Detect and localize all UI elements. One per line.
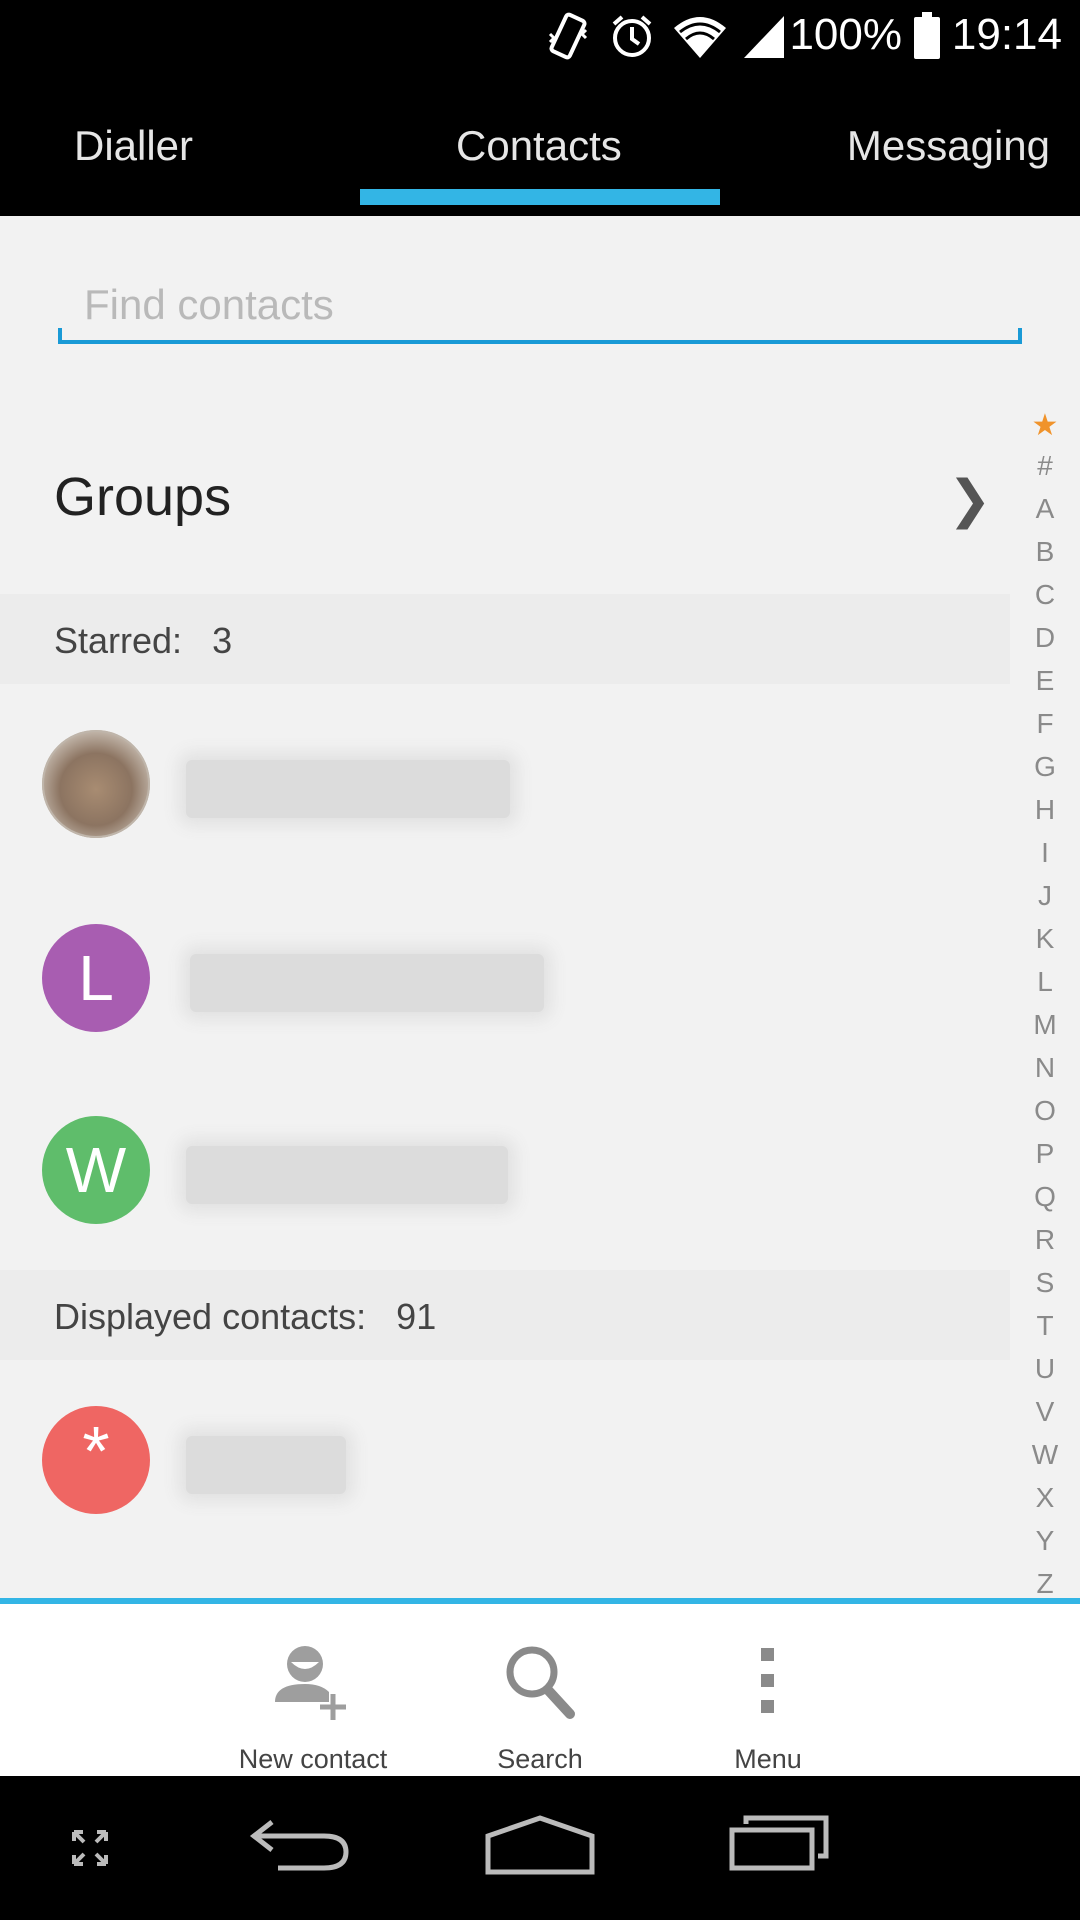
action-bar: New contact Search Menu bbox=[0, 1598, 1080, 1776]
alphabet-index-letter[interactable]: L bbox=[1028, 966, 1062, 1009]
clock: 19:14 bbox=[951, 10, 1062, 59]
tab-bar: Dialler Contacts Messaging bbox=[0, 72, 1080, 216]
contact-name-redacted bbox=[186, 1146, 508, 1204]
alphabet-index-letter[interactable]: P bbox=[1028, 1138, 1062, 1181]
alphabet-index-letter[interactable]: C bbox=[1028, 579, 1062, 622]
alphabet-index-letter[interactable]: Q bbox=[1028, 1181, 1062, 1224]
new-contact-button[interactable]: New contact bbox=[213, 1634, 413, 1774]
alphabet-index-letter[interactable]: K bbox=[1028, 923, 1062, 966]
alphabet-index-letter[interactable]: J bbox=[1028, 880, 1062, 923]
search-label: Search bbox=[497, 1744, 583, 1774]
alphabet-index-letter[interactable]: N bbox=[1028, 1052, 1062, 1095]
alphabet-index-letter[interactable]: X bbox=[1028, 1482, 1062, 1525]
displayed-count: 91 bbox=[396, 1296, 437, 1337]
contact-name-redacted bbox=[190, 954, 544, 1012]
avatar bbox=[42, 730, 150, 838]
list-item[interactable]: W bbox=[0, 1102, 1010, 1232]
alphabet-index-letter[interactable]: D bbox=[1028, 622, 1062, 665]
navigation-bar bbox=[0, 1776, 1080, 1920]
alphabet-index-letter[interactable]: I bbox=[1028, 837, 1062, 880]
search-underline-right-tick bbox=[1018, 328, 1022, 344]
contact-name-redacted bbox=[186, 760, 510, 818]
search-container bbox=[58, 270, 1022, 346]
overflow-menu-icon bbox=[761, 1648, 774, 1713]
status-bar: 100% 19:14 bbox=[0, 0, 1080, 72]
search-icon bbox=[506, 1646, 575, 1719]
expand-icon[interactable] bbox=[70, 1828, 110, 1868]
alphabet-index-letter[interactable]: V bbox=[1028, 1396, 1062, 1439]
groups-row[interactable]: Groups ❯ bbox=[0, 430, 1010, 560]
alphabet-index-letter[interactable]: # bbox=[1028, 450, 1062, 493]
groups-label: Groups bbox=[54, 467, 232, 527]
list-item[interactable]: * bbox=[0, 1392, 1010, 1522]
tab-messaging[interactable]: Messaging bbox=[847, 122, 1050, 170]
alphabet-index-letter[interactable]: S bbox=[1028, 1267, 1062, 1310]
alphabet-index-letter[interactable]: U bbox=[1028, 1353, 1062, 1396]
alphabet-index-letter[interactable]: B bbox=[1028, 536, 1062, 579]
back-icon[interactable] bbox=[248, 1816, 352, 1872]
tab-selected-indicator bbox=[360, 189, 720, 205]
displayed-label: Displayed contacts: 91 bbox=[54, 1296, 437, 1337]
add-person-icon bbox=[275, 1646, 346, 1720]
list-item[interactable] bbox=[0, 716, 1010, 846]
list-item[interactable]: L bbox=[0, 910, 1010, 1040]
search-input[interactable] bbox=[58, 270, 1022, 340]
battery-icon bbox=[914, 12, 940, 59]
search-button[interactable]: Search bbox=[440, 1634, 640, 1774]
tab-dialler[interactable]: Dialler bbox=[74, 122, 193, 170]
alarm-icon bbox=[612, 15, 652, 57]
tab-contacts[interactable]: Contacts bbox=[456, 122, 622, 170]
alphabet-index-letter[interactable]: W bbox=[1028, 1439, 1062, 1482]
home-icon[interactable] bbox=[484, 1814, 596, 1876]
alphabet-index-letter[interactable]: H bbox=[1028, 794, 1062, 837]
vibrate-icon bbox=[548, 12, 588, 60]
menu-button[interactable]: Menu bbox=[668, 1634, 868, 1774]
starred-label: Starred: 3 bbox=[54, 620, 233, 661]
starred-section-header: Starred: 3 bbox=[0, 594, 1010, 684]
alphabet-index-letter[interactable]: R bbox=[1028, 1224, 1062, 1267]
avatar: * bbox=[42, 1406, 150, 1514]
alphabet-index-star[interactable]: ★ bbox=[1028, 408, 1062, 443]
menu-label: Menu bbox=[734, 1744, 802, 1774]
alphabet-index-letter[interactable]: T bbox=[1028, 1310, 1062, 1353]
wifi-icon bbox=[674, 17, 726, 58]
avatar: L bbox=[42, 924, 150, 1032]
search-underline-left-tick bbox=[58, 328, 62, 344]
avatar: W bbox=[42, 1116, 150, 1224]
alphabet-index-letter[interactable]: A bbox=[1028, 493, 1062, 536]
alphabet-index-letter[interactable]: E bbox=[1028, 665, 1062, 708]
alphabet-index-letter[interactable]: Y bbox=[1028, 1525, 1062, 1568]
alphabet-index-letter[interactable]: M bbox=[1028, 1009, 1062, 1052]
alphabet-index-letter[interactable]: O bbox=[1028, 1095, 1062, 1138]
battery-percent: 100% bbox=[789, 10, 902, 59]
alphabet-index[interactable]: # A B C D E F G H I J K L M N O P Q R S … bbox=[1028, 450, 1062, 1611]
signal-icon bbox=[744, 16, 784, 58]
contact-name-redacted bbox=[186, 1436, 346, 1494]
alphabet-index-letter[interactable]: F bbox=[1028, 708, 1062, 751]
displayed-section-header: Displayed contacts: 91 bbox=[0, 1270, 1010, 1360]
new-contact-label: New contact bbox=[238, 1744, 388, 1774]
recents-icon[interactable] bbox=[728, 1812, 832, 1872]
search-underline bbox=[58, 340, 1022, 344]
alphabet-index-letter[interactable]: G bbox=[1028, 751, 1062, 794]
chevron-right-icon: ❯ bbox=[948, 471, 992, 529]
starred-count: 3 bbox=[212, 620, 233, 661]
